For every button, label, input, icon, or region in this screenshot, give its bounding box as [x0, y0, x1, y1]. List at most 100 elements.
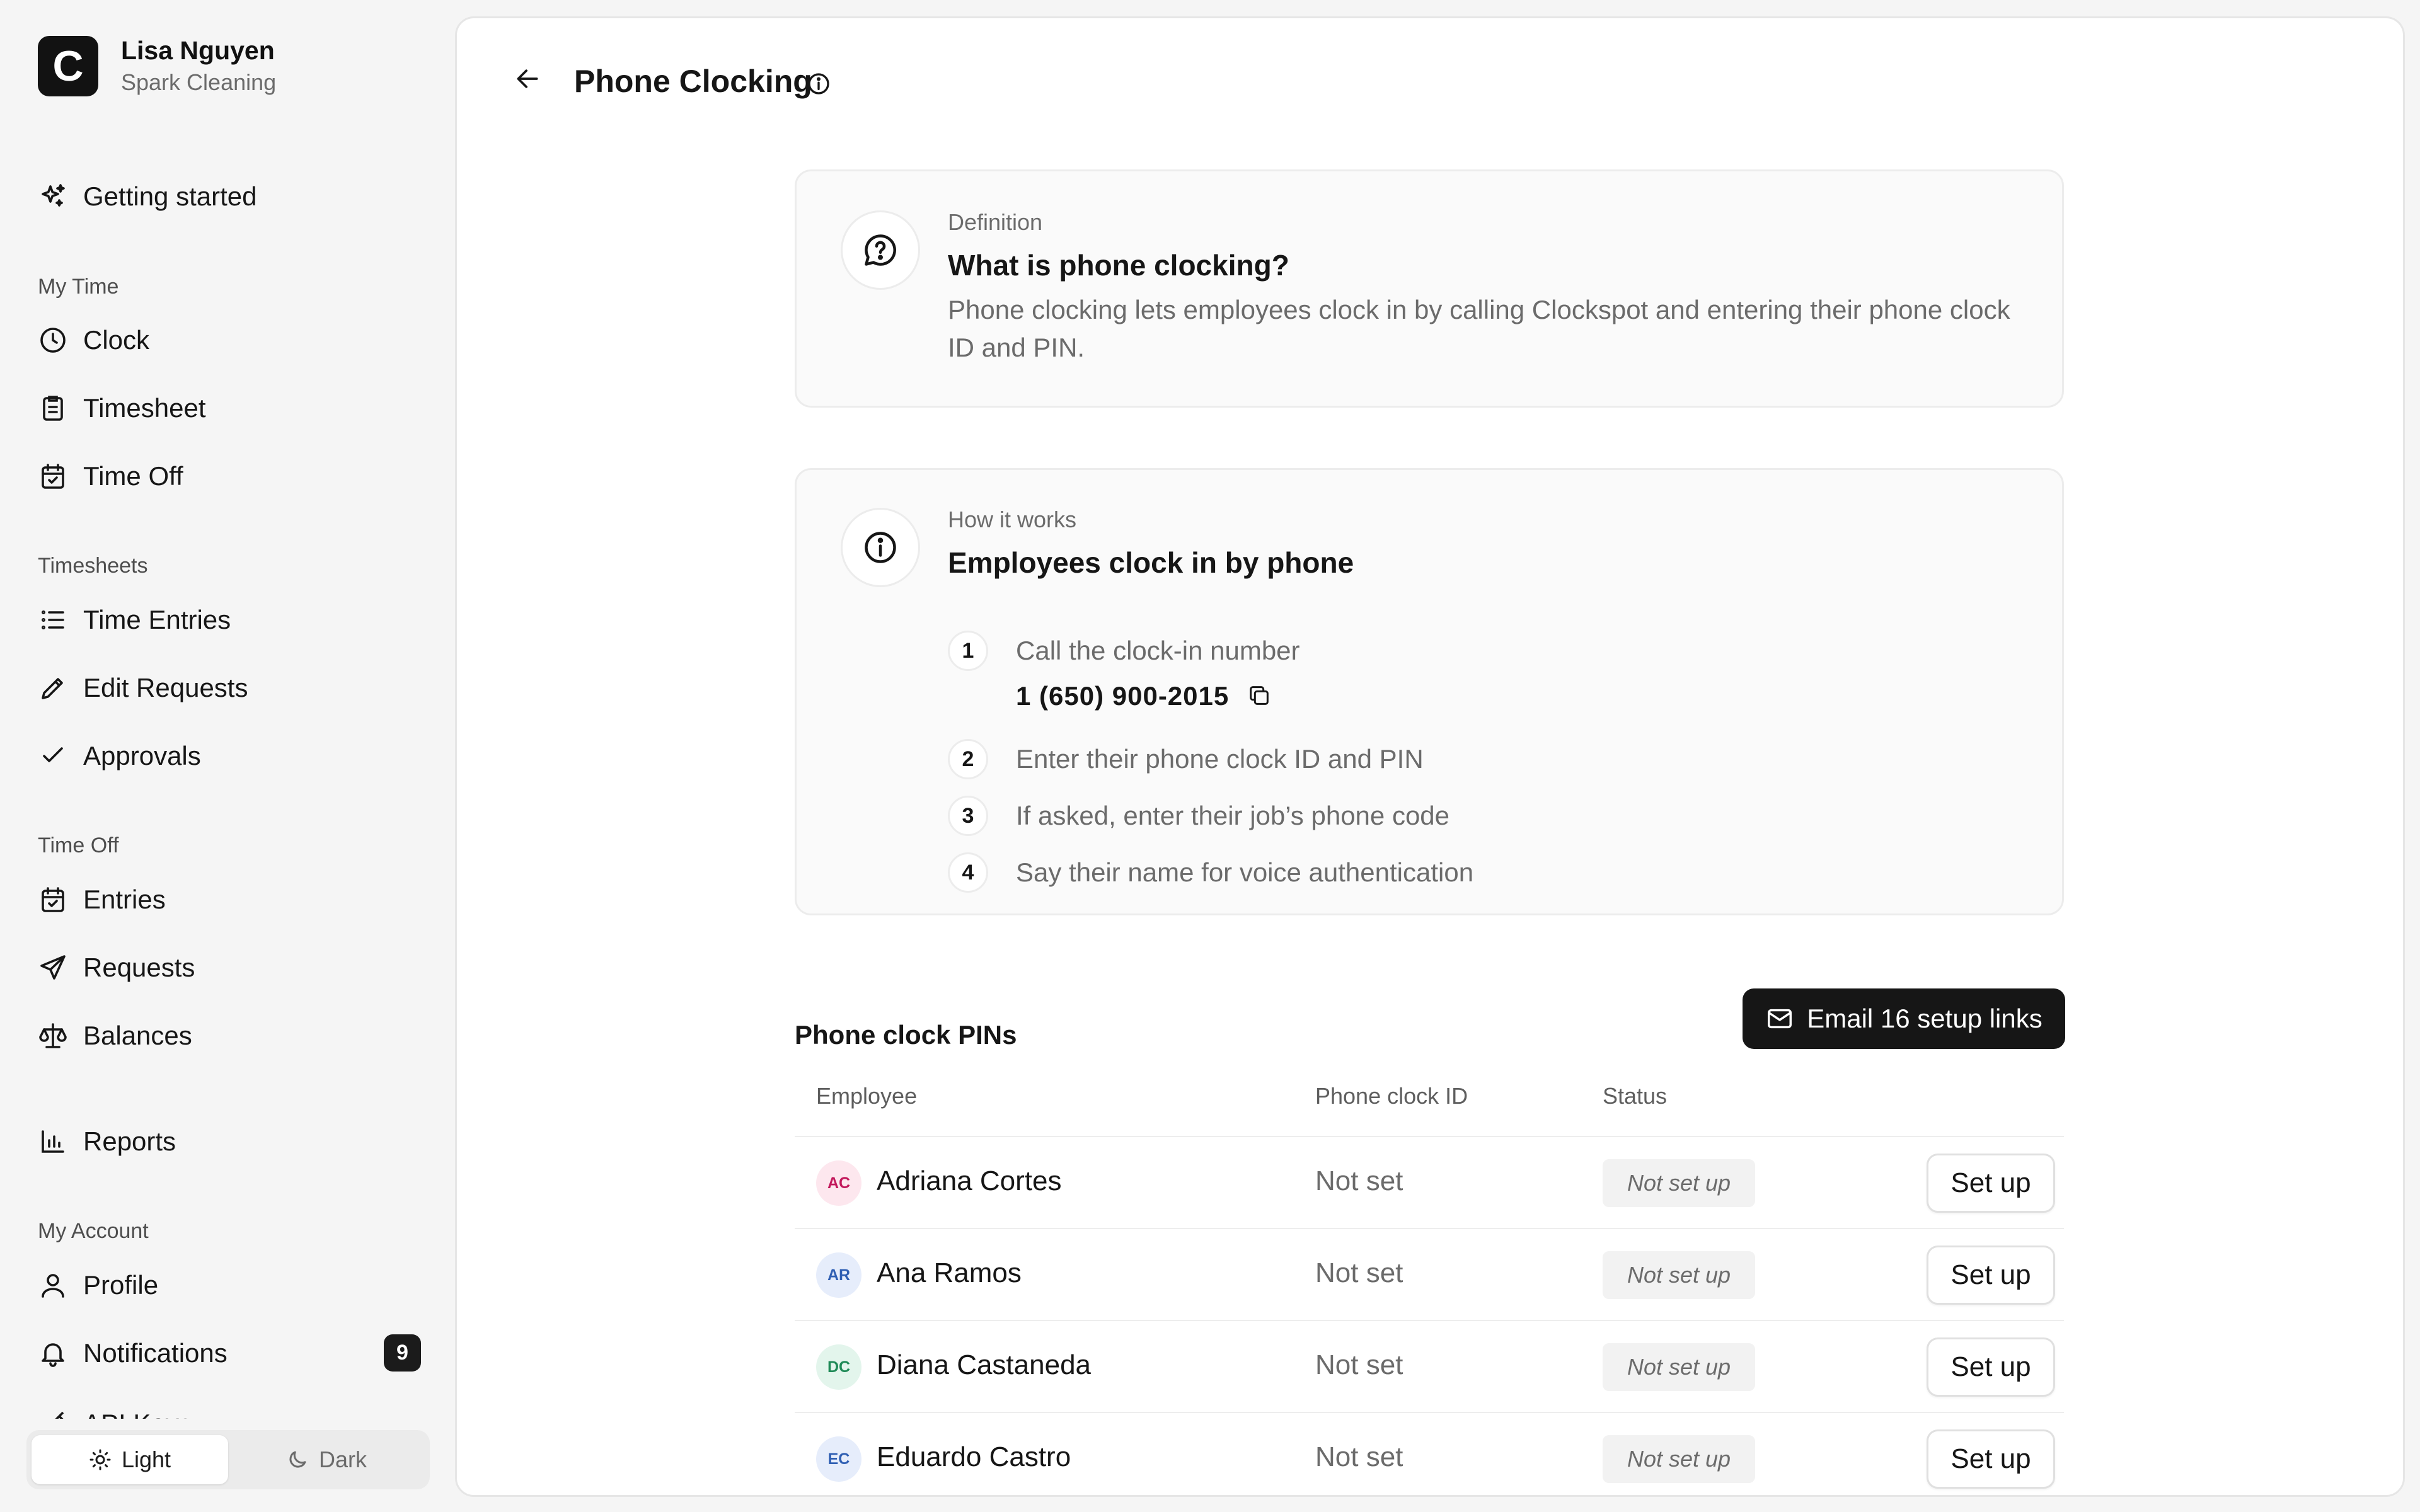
check-icon: [38, 741, 68, 771]
email-setup-links-label: Email 16 setup links: [1807, 1004, 2043, 1033]
theme-dark-label: Dark: [318, 1446, 367, 1472]
notifications-count-badge: 9: [384, 1334, 421, 1372]
bar-chart-icon: [38, 1126, 68, 1157]
clipboard-icon: [38, 393, 68, 423]
section-label-timesheets: Timesheets: [38, 554, 148, 578]
set-up-button[interactable]: Set up: [1927, 1429, 2055, 1489]
phone-clock-id: Not set: [1315, 1349, 1403, 1380]
set-up-button[interactable]: Set up: [1927, 1154, 2055, 1213]
theme-toggle: Light Dark: [26, 1430, 430, 1489]
sidebar-item-time-off[interactable]: Time Off: [38, 456, 183, 496]
avatar: DC: [816, 1344, 861, 1390]
column-header-status: Status: [1603, 1083, 1668, 1109]
sidebar-item-label: Timesheet: [83, 393, 206, 423]
section-label-my-time: My Time: [38, 275, 119, 299]
sidebar-item-profile[interactable]: Profile: [38, 1265, 158, 1305]
sidebar-item-timesheet[interactable]: Timesheet: [38, 388, 206, 428]
main-panel: Phone Clocking Definition What is phone …: [455, 16, 2405, 1497]
section-label-my-account: My Account: [38, 1219, 149, 1243]
mail-icon: [1768, 1009, 1792, 1029]
sidebar-item-requests[interactable]: Requests: [38, 948, 195, 988]
email-setup-links-button[interactable]: Email 16 setup links: [1743, 988, 2065, 1049]
sidebar-item-balances[interactable]: Balances: [38, 1016, 192, 1056]
copy-icon: [1250, 686, 1269, 705]
calendar-check-icon: [38, 461, 68, 491]
avatar: AR: [816, 1252, 861, 1298]
help-bubble-icon: [865, 234, 896, 266]
back-button[interactable]: [506, 57, 549, 100]
sidebar-item-edit-requests[interactable]: Edit Requests: [38, 668, 248, 708]
bell-icon: [38, 1338, 68, 1368]
sidebar-item-label: API Keys: [83, 1409, 192, 1419]
user-icon: [38, 1270, 68, 1300]
status-badge: Not set up: [1603, 1435, 1755, 1483]
table-row: AR Ana Ramos Not set Not set up Set up: [795, 1228, 2064, 1320]
sidebar-item-notifications[interactable]: Notifications: [38, 1333, 228, 1373]
scale-icon: [38, 1021, 68, 1051]
clock-in-phone-number[interactable]: 1 (650) 900-2015: [1016, 681, 1229, 711]
card-heading: What is phone clocking?: [948, 249, 1289, 282]
avatar: AC: [816, 1160, 861, 1206]
pencil-icon: [38, 673, 68, 703]
calendar-check-icon: [38, 885, 68, 915]
definition-card: Definition What is phone clocking? Phone…: [795, 169, 2064, 408]
set-up-button[interactable]: Set up: [1927, 1337, 2055, 1397]
sidebar-item-reports[interactable]: Reports: [38, 1121, 176, 1162]
theme-light-label: Light: [121, 1446, 171, 1472]
info-icon[interactable]: [806, 71, 831, 96]
theme-light-button[interactable]: Light: [32, 1435, 228, 1484]
user-name: Lisa Nguyen: [121, 36, 275, 65]
clock-icon: [38, 325, 68, 355]
card-eyebrow: How it works: [948, 507, 1077, 532]
sidebar-item-label: Time Off: [83, 461, 183, 491]
sidebar-item-label: Clock: [83, 325, 150, 355]
set-up-button[interactable]: Set up: [1927, 1246, 2055, 1305]
company-name: Spark Cleaning: [121, 69, 277, 95]
company-logo: C: [38, 36, 98, 96]
sidebar-item-entries[interactable]: Entries: [38, 879, 166, 920]
status-badge: Not set up: [1603, 1251, 1755, 1299]
sidebar-item-getting-started[interactable]: Getting started: [38, 176, 256, 217]
sidebar-item-approvals[interactable]: Approvals: [38, 736, 201, 776]
status-badge: Not set up: [1603, 1159, 1755, 1207]
sidebar-item-label: Balances: [83, 1021, 192, 1050]
info-icon: [865, 532, 896, 563]
sun-icon: [89, 1449, 111, 1470]
page-title: Phone Clocking: [574, 64, 812, 99]
sidebar-item-clock[interactable]: Clock: [38, 320, 149, 360]
sidebar-item-label: Requests: [83, 953, 195, 982]
sidebar-item-label: Time Entries: [83, 605, 231, 634]
help-icon-wrapper: [841, 210, 920, 290]
sidebar-item-label: Reports: [83, 1126, 176, 1156]
arrow-left-icon: [517, 69, 538, 88]
sidebar-item-label: Edit Requests: [83, 673, 248, 702]
sidebar-item-label: Getting started: [83, 181, 257, 211]
step-text: Enter their phone clock ID and PIN: [1016, 744, 1424, 774]
column-header-employee: Employee: [816, 1083, 918, 1109]
avatar: EC: [816, 1436, 861, 1482]
moon-icon: [289, 1451, 306, 1468]
table-row: AC Adriana Cortes Not set Not set up Set…: [795, 1136, 2064, 1228]
theme-dark-button[interactable]: Dark: [228, 1435, 425, 1484]
account-switcher[interactable]: C Lisa Nguyen Spark Cleaning: [38, 34, 276, 98]
sidebar-item-label: Profile: [83, 1270, 159, 1300]
sidebar-item-label: Entries: [83, 885, 166, 914]
phone-clock-pins-title: Phone clock PINs: [795, 1020, 1017, 1050]
how-it-works-card: How it works Employees clock in by phone…: [795, 468, 2064, 915]
step-number: 2: [948, 739, 988, 779]
status-badge: Not set up: [1603, 1343, 1755, 1391]
sidebar-item-label: Approvals: [83, 741, 201, 770]
step-text: Say their name for voice authentication: [1016, 857, 1474, 887]
copy-button[interactable]: [1242, 678, 1277, 713]
phone-clock-id: Not set: [1315, 1441, 1403, 1472]
list-icon: [38, 605, 68, 635]
sidebar-item-api-keys[interactable]: API Keys: [38, 1404, 227, 1419]
step-text: If asked, enter their job’s phone code: [1016, 801, 1450, 830]
employee-name: Diana Castaneda: [877, 1349, 1092, 1380]
card-body: Phone clocking lets employees clock in b…: [948, 295, 2010, 362]
sidebar: C Lisa Nguyen Spark Cleaning Getting sta…: [0, 0, 454, 1512]
step-number: 4: [948, 852, 988, 893]
phone-clock-id: Not set: [1315, 1166, 1403, 1196]
card-eyebrow: Definition: [948, 209, 1043, 235]
sidebar-item-time-entries[interactable]: Time Entries: [38, 600, 231, 640]
